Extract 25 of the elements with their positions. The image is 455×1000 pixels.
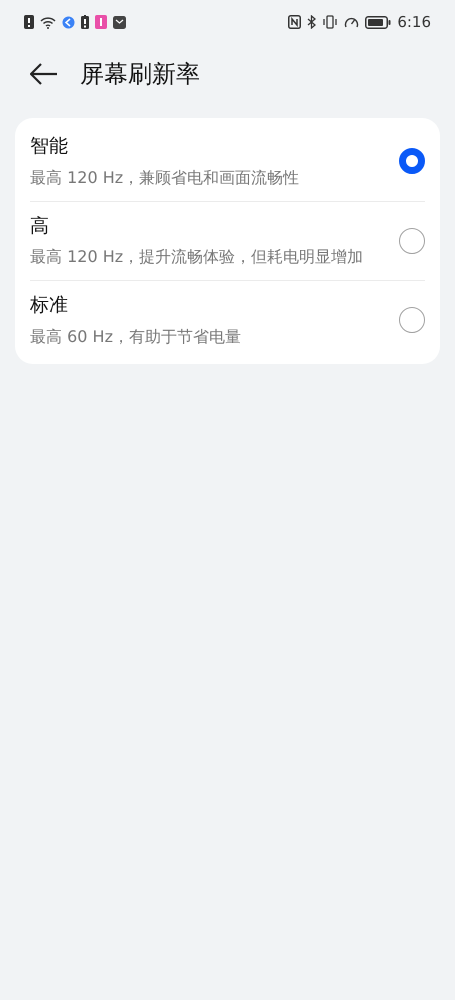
vibrate-icon [322,15,338,29]
radio-button[interactable] [399,307,425,334]
option-label: 高 [30,214,50,238]
refresh-rate-option[interactable]: 标准 最高 60 Hz，有助于节省电量 [30,280,425,360]
speedometer-icon [344,15,360,29]
option-label: 智能 [30,134,69,159]
clock-time: 6:16 [397,12,431,33]
alert-icon [24,15,34,29]
refresh-rate-option[interactable]: 高 最高 120 Hz，提升流畅体验，但耗电明显增加 [30,200,425,280]
app-icon [95,15,107,29]
app-icon [62,16,75,28]
battery-icon [365,16,392,28]
wifi-icon [40,16,56,28]
back-arrow-icon[interactable] [30,63,58,85]
option-description: 最高 60 Hz，有助于节省电量 [30,326,242,348]
option-label: 标准 [30,293,69,318]
radio-button[interactable] [399,148,425,174]
radio-button[interactable] [399,228,425,254]
battery-alert-icon [81,15,89,29]
option-description: 最高 120 Hz，提升流畅体验，但耗电明显增加 [30,246,364,268]
page-title: 屏幕刷新率 [80,59,200,90]
refresh-rate-option[interactable]: 智能 最高 120 Hz，兼顾省电和画面流畅性 [30,122,425,200]
option-description: 最高 120 Hz，兼顾省电和画面流畅性 [30,166,300,188]
bluetooth-icon [307,15,316,29]
nfc-icon [288,15,302,29]
